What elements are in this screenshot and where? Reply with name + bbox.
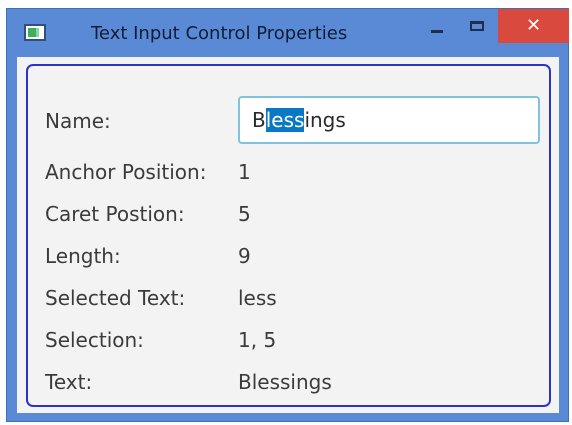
selected-text-value: less <box>238 286 277 310</box>
name-input-text-before: B <box>252 108 266 132</box>
selection-value: 1, 5 <box>238 328 277 352</box>
name-input[interactable]: Blessings <box>238 96 540 144</box>
maximize-button[interactable] <box>459 9 495 43</box>
title-bar[interactable]: Text Input Control Properties ✕ <box>7 9 569 57</box>
maximize-icon <box>470 21 484 31</box>
name-label: Name: <box>45 109 111 133</box>
name-input-text-after: ings <box>304 108 346 132</box>
length-row: Length: 9 <box>28 241 549 271</box>
app-window: Text Input Control Properties ✕ Name: Bl… <box>6 8 569 422</box>
selection-label: Selection: <box>45 328 144 352</box>
anchor-position-row: Anchor Position: 1 <box>28 157 549 187</box>
length-label: Length: <box>45 244 121 268</box>
properties-panel: Name: Blessings Anchor Position: 1 Caret… <box>26 64 551 407</box>
text-label: Text: <box>45 370 93 394</box>
anchor-position-label: Anchor Position: <box>45 160 207 184</box>
selected-text-row: Selected Text: less <box>28 283 549 313</box>
window-content: Name: Blessings Anchor Position: 1 Caret… <box>17 57 559 413</box>
selection-row: Selection: 1, 5 <box>28 325 549 355</box>
caret-position-value: 5 <box>238 202 251 226</box>
window-title: Text Input Control Properties <box>91 23 348 44</box>
name-input-selected-text: less <box>265 108 305 132</box>
length-value: 9 <box>238 244 251 268</box>
app-icon-pane-secondary <box>36 28 39 37</box>
minimize-button[interactable] <box>419 9 455 43</box>
app-icon-pane <box>28 28 36 37</box>
text-row: Text: Blessings <box>28 367 549 397</box>
caret-position-row: Caret Postion: 5 <box>28 199 549 229</box>
anchor-position-value: 1 <box>238 160 251 184</box>
minimize-icon <box>431 30 443 33</box>
close-icon: ✕ <box>525 15 542 36</box>
text-value: Blessings <box>238 370 332 394</box>
caret-position-label: Caret Postion: <box>45 202 185 226</box>
app-window-icon[interactable] <box>24 24 46 41</box>
close-button[interactable]: ✕ <box>498 9 569 43</box>
selected-text-label: Selected Text: <box>45 286 186 310</box>
